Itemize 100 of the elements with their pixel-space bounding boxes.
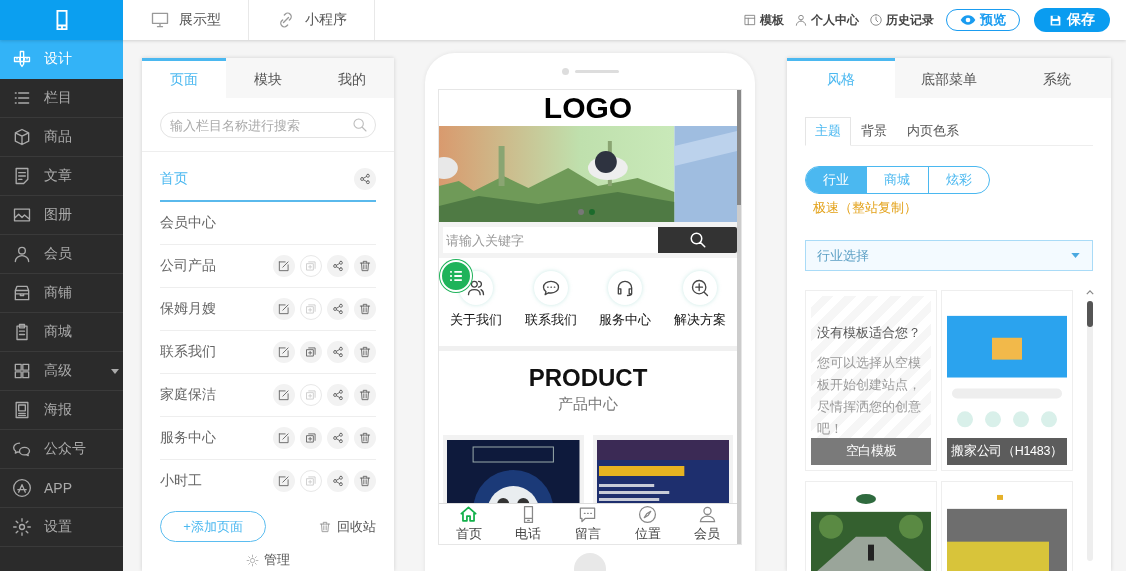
copy-icon [304,259,318,273]
header-link[interactable]: 模板 [743,11,784,29]
delete-icon [358,474,372,488]
nav-link[interactable]: 服务中心 [588,271,663,329]
scrollbar-thumb[interactable] [737,90,741,205]
share-icon [331,345,345,359]
page-name: 保姆月嫂 [160,300,216,318]
eye-icon [960,12,976,28]
delete-button[interactable] [354,470,376,492]
edit-button[interactable] [273,470,295,492]
design-tool-icon [12,49,32,69]
sub-tab[interactable]: 内页色系 [897,117,969,146]
nav-link[interactable]: 解决方案 [662,271,737,329]
share-button[interactable] [327,384,349,406]
template-icon [743,13,757,27]
user-icon [794,13,808,27]
share-button[interactable] [327,470,349,492]
people-icon [466,278,487,298]
settings-icon [12,517,32,537]
delete-button[interactable] [354,341,376,363]
page-row[interactable]: 小时工 [160,460,376,501]
bottom-tab[interactable]: 首页 [439,504,499,544]
page-row[interactable]: 会员中心 [160,202,376,245]
copy-icon [304,474,318,488]
template-label: 搬家公司（H1483） [947,438,1067,465]
delete-button[interactable] [354,298,376,320]
share-icon [331,474,345,488]
scrollbar[interactable] [737,90,741,544]
share-button[interactable] [327,298,349,320]
delete-button[interactable] [354,384,376,406]
template-card[interactable]: 没有模板适合您？ 您可以选择从空模板开始创建站点，尽情挥洒您的创意吧！ 空白模板 [805,290,937,471]
edit-button[interactable] [273,384,295,406]
header-link[interactable]: 历史记录 [869,11,934,29]
page-row[interactable]: 保姆月嫂 [160,288,376,331]
page-name: 联系我们 [160,343,216,361]
scrollbar-track[interactable] [1087,301,1093,561]
search-button[interactable] [658,227,737,253]
card-title: 没有模板适合您？ [817,324,922,342]
card-text: 您可以选择从空模板开始创建站点，尽情挥洒您的创意吧！ [817,354,922,438]
nav-label: 解决方案 [673,311,726,329]
delete-icon [358,345,372,359]
section-title: PRODUCT [528,364,648,392]
share-button[interactable] [354,168,376,190]
manage-link[interactable]: 管理 [246,551,290,569]
menu-button[interactable] [440,260,472,292]
delete-button[interactable] [354,427,376,449]
page-row[interactable]: 家庭保洁 [160,374,376,417]
edit-button[interactable] [273,255,295,277]
share-icon [331,259,345,273]
nav-link[interactable]: 联系我们 [513,271,588,329]
copy-icon [304,388,318,402]
sub-tab[interactable]: 背景 [851,117,897,146]
share-button[interactable] [327,255,349,277]
page-name: 首页 [160,170,188,188]
edit-button[interactable] [273,427,295,449]
page-row[interactable]: 公司产品 [160,245,376,288]
user-icon [12,244,32,264]
edit-button[interactable] [273,298,295,320]
nav-label: 关于我们 [450,311,503,329]
template-label: 空白模板 [811,438,931,465]
delete-button[interactable] [354,255,376,277]
copy-button[interactable] [300,427,322,449]
edit-icon [277,431,291,445]
recycle-bin-link[interactable]: 回收站 [318,517,376,536]
share-icon [331,388,345,402]
header-link[interactable]: 个人中心 [794,11,859,29]
panel-tab[interactable]: 我的 [310,58,394,98]
bottom-tab[interactable]: 电话 [498,504,559,544]
panel-tab[interactable]: 底部菜单 [895,58,1003,98]
bottom-tab[interactable]: 留言 [558,504,618,544]
share-icon [331,431,345,445]
search-field[interactable]: 请输入关键字 [443,227,658,253]
store-icon [12,283,32,303]
bottom-tab[interactable]: 会员 [677,504,737,544]
edit-button[interactable] [273,341,295,363]
caret-icon [1071,253,1080,258]
bottom-tab[interactable]: 位置 [617,504,678,544]
settings-icon [246,553,259,567]
scrollbar-thumb[interactable] [1087,301,1093,327]
edit-icon [277,345,291,359]
grid-icon [12,361,32,381]
edit-icon [277,259,291,273]
app-store-icon [12,478,32,498]
share-button[interactable] [327,341,349,363]
nav-label: 服务中心 [599,311,652,329]
template-card[interactable]: 搬家公司（H1483） [941,290,1073,471]
share-icon [331,302,345,316]
page-name: 服务中心 [160,429,216,447]
search-field[interactable]: 输入栏目名称进行搜索 [160,112,376,138]
panel-tab[interactable]: 系统 [1003,58,1111,98]
share-button[interactable] [327,427,349,449]
trash-icon [318,519,332,534]
panel-tab[interactable]: 模块 [226,58,310,98]
copy-icon [304,431,318,445]
camera-dot [561,67,569,75]
copy-button[interactable] [300,341,322,363]
page-row[interactable]: 联系我们 [160,331,376,374]
delete-icon [358,431,372,445]
page-row[interactable]: 服务中心 [160,417,376,460]
nav-link[interactable]: 关于我们 [439,271,514,329]
